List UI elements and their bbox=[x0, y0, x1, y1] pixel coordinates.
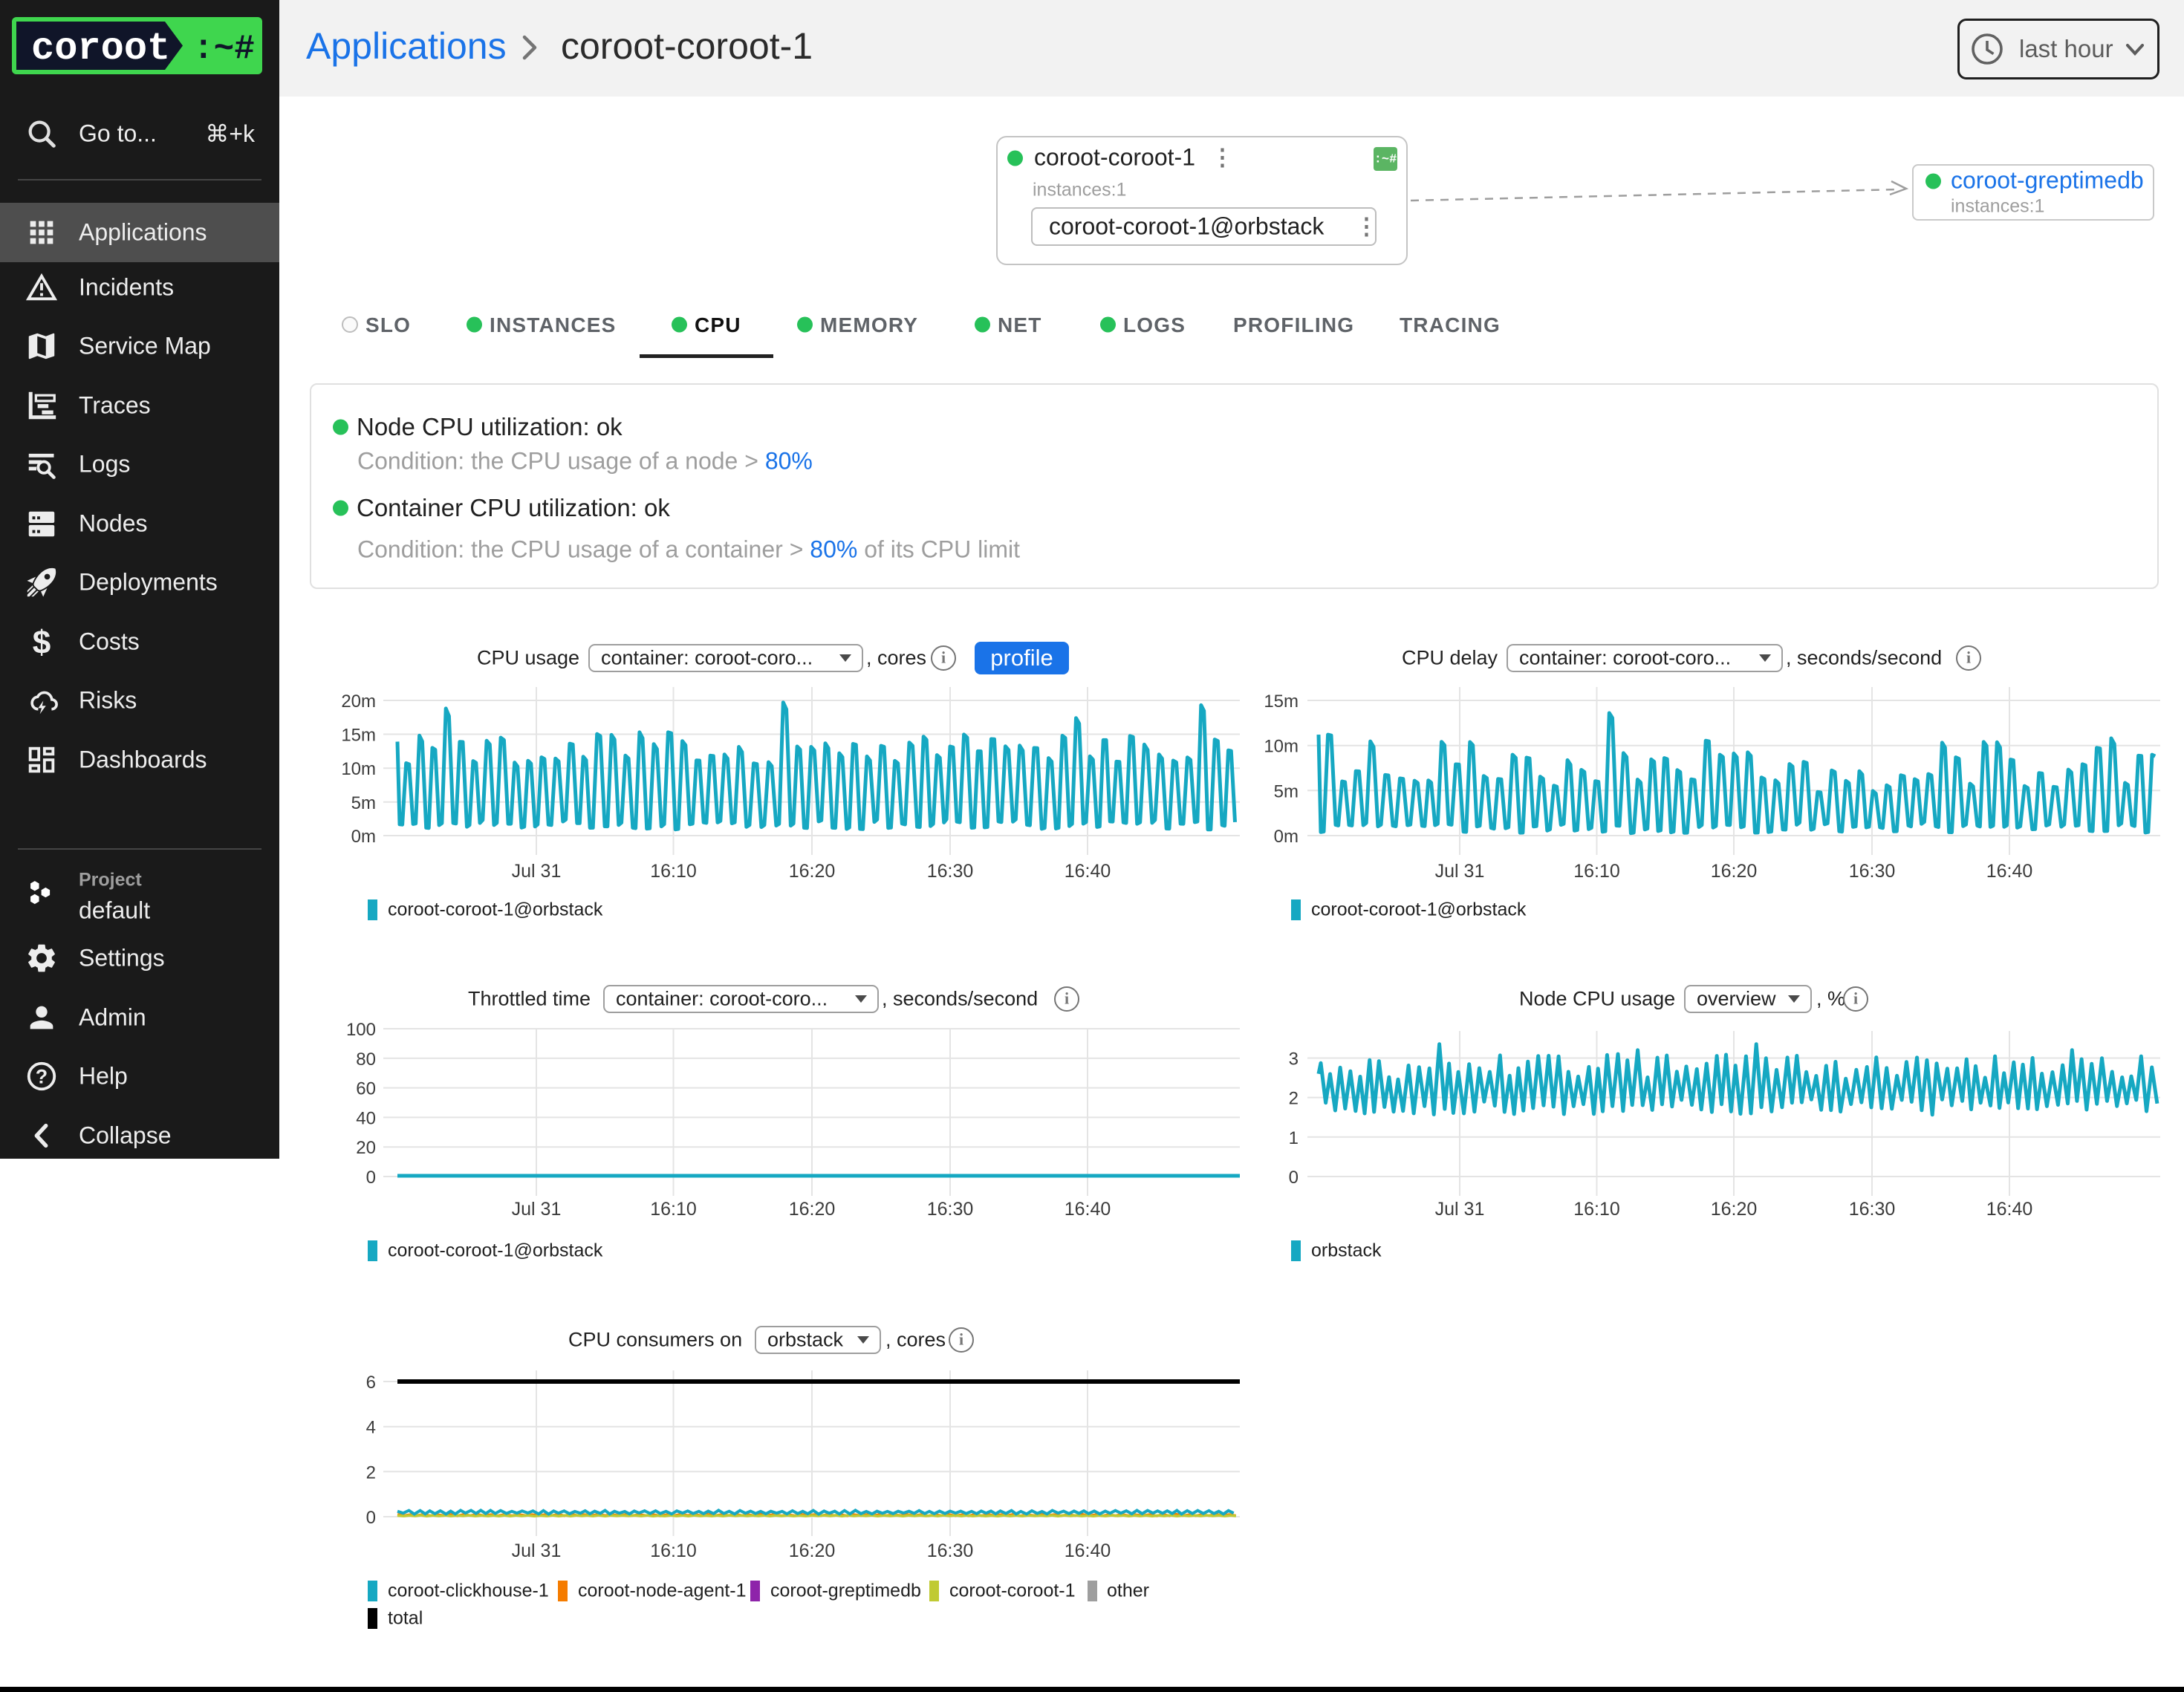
svg-text:16:30: 16:30 bbox=[927, 861, 974, 882]
svg-text:2: 2 bbox=[1289, 1089, 1299, 1109]
svg-text:5m: 5m bbox=[1274, 781, 1299, 801]
svg-text:16:30: 16:30 bbox=[1849, 861, 1896, 882]
svg-text:16:30: 16:30 bbox=[1849, 1199, 1896, 1220]
svg-text:0: 0 bbox=[366, 1168, 376, 1188]
svg-text:16:30: 16:30 bbox=[927, 1199, 974, 1220]
svg-text:60: 60 bbox=[356, 1079, 376, 1099]
svg-text:0m: 0m bbox=[351, 827, 376, 847]
svg-text:16:10: 16:10 bbox=[650, 861, 697, 882]
svg-text:10m: 10m bbox=[1264, 737, 1299, 757]
svg-text:16:10: 16:10 bbox=[650, 1540, 697, 1561]
svg-text:0: 0 bbox=[366, 1508, 376, 1528]
svg-text:10m: 10m bbox=[341, 759, 376, 779]
svg-text:4: 4 bbox=[366, 1418, 376, 1438]
svg-text:3: 3 bbox=[1289, 1050, 1299, 1070]
svg-text:2: 2 bbox=[366, 1462, 376, 1483]
svg-text:16:40: 16:40 bbox=[1986, 861, 2033, 882]
svg-text:6: 6 bbox=[366, 1373, 376, 1393]
svg-text:16:40: 16:40 bbox=[1065, 861, 1111, 882]
svg-text:Jul 31: Jul 31 bbox=[512, 1199, 562, 1220]
svg-text:16:20: 16:20 bbox=[1711, 1199, 1758, 1220]
svg-text:16:10: 16:10 bbox=[650, 1199, 697, 1220]
svg-text:16:10: 16:10 bbox=[1573, 1199, 1620, 1220]
svg-text:16:40: 16:40 bbox=[1986, 1199, 2033, 1220]
svg-text:16:10: 16:10 bbox=[1573, 861, 1620, 882]
svg-text:0m: 0m bbox=[1274, 827, 1299, 847]
svg-text:0: 0 bbox=[1289, 1168, 1299, 1188]
svg-text:Jul 31: Jul 31 bbox=[512, 861, 562, 882]
svg-text:16:20: 16:20 bbox=[1711, 861, 1758, 882]
svg-text:20m: 20m bbox=[341, 692, 376, 712]
svg-text:15m: 15m bbox=[1264, 692, 1299, 712]
svg-text:16:40: 16:40 bbox=[1065, 1199, 1111, 1220]
svg-text:100: 100 bbox=[346, 1020, 376, 1040]
svg-text:15m: 15m bbox=[341, 726, 376, 746]
svg-text:20: 20 bbox=[356, 1138, 376, 1158]
svg-text:16:20: 16:20 bbox=[789, 861, 836, 882]
svg-text:16:20: 16:20 bbox=[789, 1199, 836, 1220]
svg-text:80: 80 bbox=[356, 1050, 376, 1070]
svg-text:16:20: 16:20 bbox=[789, 1540, 836, 1561]
svg-text:1: 1 bbox=[1289, 1128, 1299, 1148]
svg-text:16:40: 16:40 bbox=[1065, 1540, 1111, 1561]
svg-text:Jul 31: Jul 31 bbox=[512, 1540, 562, 1561]
svg-text:40: 40 bbox=[356, 1108, 376, 1128]
svg-text:Jul 31: Jul 31 bbox=[1435, 861, 1485, 882]
svg-text:16:30: 16:30 bbox=[927, 1540, 974, 1561]
svg-text:5m: 5m bbox=[351, 793, 376, 813]
svg-text:Jul 31: Jul 31 bbox=[1435, 1199, 1485, 1220]
